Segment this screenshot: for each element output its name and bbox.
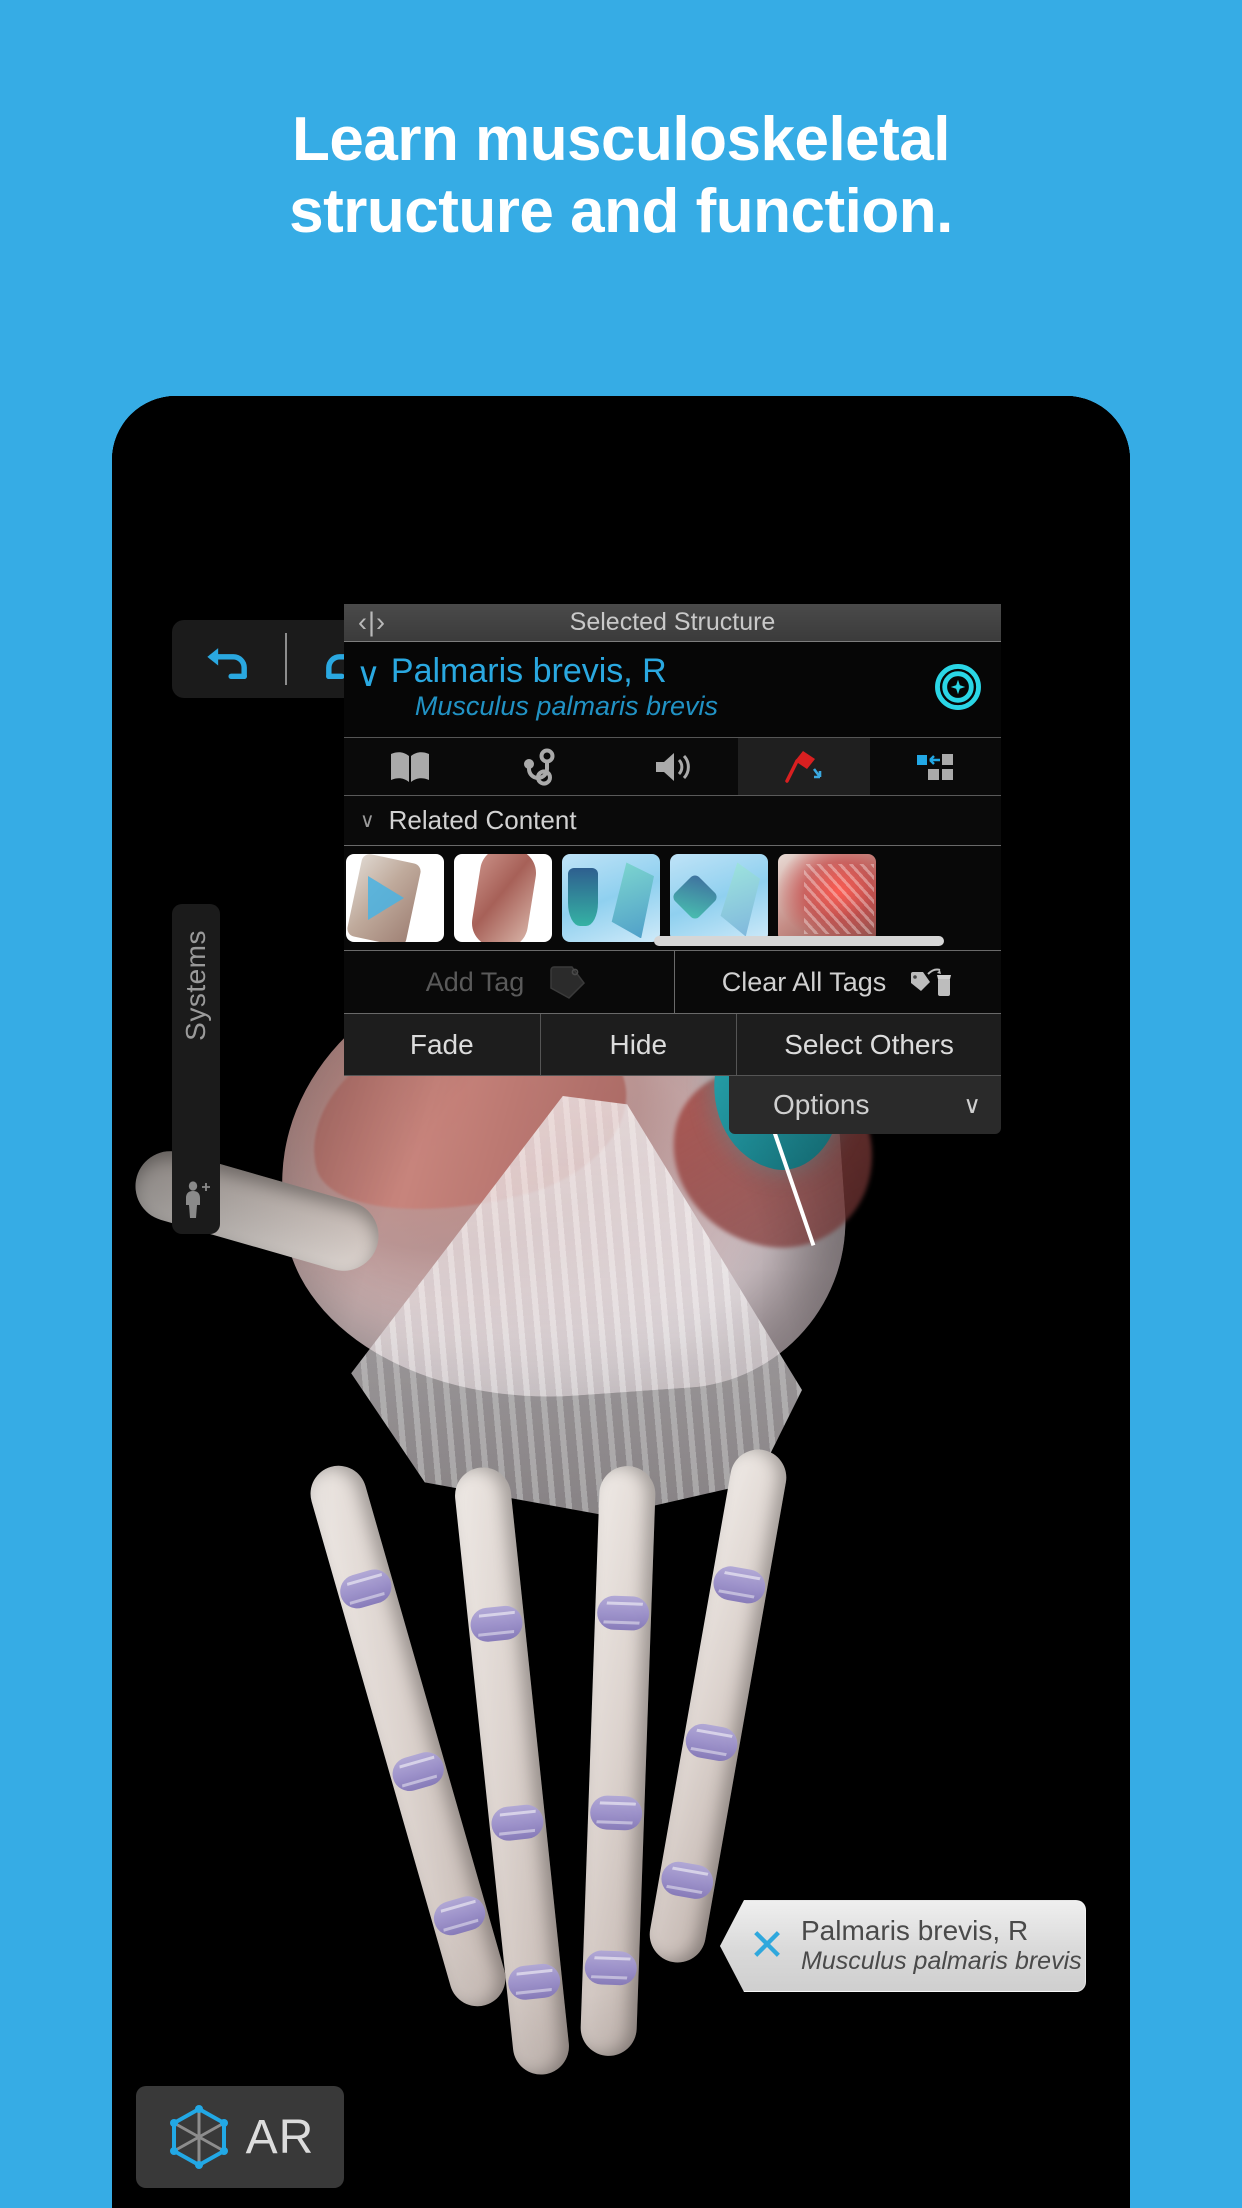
related-content-label: Related Content (388, 805, 577, 836)
ar-button-label: AR (245, 2110, 315, 2164)
headline-line-2: structure and function. (289, 176, 953, 246)
undo-arrow-icon (206, 648, 247, 680)
toolbar-button-pin-tag[interactable] (738, 738, 870, 796)
pin-tag-icon (785, 750, 822, 783)
options-dropdown[interactable]: Options ∨ (729, 1076, 1001, 1135)
structure-title-row[interactable]: ∨ Palmaris brevis, R Musculus palmaris b… (344, 642, 1001, 739)
thumbnail-wrist-nerves-red[interactable] (778, 854, 876, 943)
promo-headline: Learn musculoskeletal structure and func… (0, 104, 1242, 248)
nav-next-icon[interactable]: › (376, 607, 386, 637)
stethoscope-icon (524, 748, 555, 786)
body-plus-icon (186, 1181, 210, 1218)
nav-separator: | (368, 607, 377, 637)
tag-icon (550, 966, 586, 1000)
fade-button[interactable]: Fade (344, 1014, 540, 1075)
options-chevron-icon[interactable]: ∨ (963, 1091, 981, 1120)
tag-trash-icon (911, 968, 952, 997)
related-content-thumbnails[interactable] (344, 846, 1001, 951)
selected-structure-panel: ‹|› Selected Structure ∨ Palmaris brevis… (344, 604, 1001, 1135)
thumbnail-wrist-joint-teal[interactable] (562, 854, 660, 943)
toolbar-button-audio[interactable] (607, 738, 738, 795)
undo-button[interactable] (172, 620, 285, 698)
speaker-icon (655, 752, 690, 781)
finger-little (645, 1445, 791, 1967)
tag-actions-row: Add Tag Clear All Tags (344, 950, 1001, 1015)
chevron-down-icon[interactable]: ∨ (356, 658, 381, 692)
toolbar-button-stethoscope[interactable] (475, 738, 606, 795)
toolbar-button-layout[interactable] (870, 738, 1001, 795)
app-screen: ✕ Palmaris brevis, R Musculus palmaris b… (112, 396, 1130, 2208)
panel-title: Selected Structure (569, 608, 776, 636)
toolbar-button-book[interactable] (344, 738, 475, 795)
book-icon (390, 752, 429, 782)
target-crosshair-icon[interactable] (929, 658, 987, 716)
ar-cube-icon (169, 2105, 228, 2169)
panel-header: ‹|› Selected Structure (344, 604, 1001, 642)
structure-latin-name: Musculus palmaris brevis (414, 690, 718, 721)
callout-name: Palmaris brevis, R (801, 1915, 1029, 1947)
nav-prev-icon[interactable]: ‹ (358, 607, 368, 637)
headline-line-1: Learn musculoskeletal (292, 105, 951, 174)
options-label: Options (773, 1089, 870, 1121)
structure-action-row: Fade Hide Select Others (344, 1014, 1001, 1077)
structure-name: Palmaris brevis, R (390, 652, 667, 690)
related-chevron-icon[interactable]: ∨ (360, 808, 375, 833)
callout-latin: Musculus palmaris brevis (801, 1947, 1082, 1976)
finger-ring (579, 1465, 657, 2057)
sidebar-tab-label: Systems (180, 930, 211, 1041)
add-tag-label: Add Tag (425, 966, 525, 997)
structure-toolbar (344, 738, 1001, 797)
thumbnail-forearm-muscles[interactable] (454, 854, 552, 943)
related-content-header[interactable]: ∨ Related Content (344, 796, 1001, 847)
sidebar-tab-systems[interactable]: Systems (172, 904, 220, 1234)
thumbnail-hand-joint-teal[interactable] (670, 854, 768, 943)
clear-all-tags-label: Clear All Tags (721, 966, 887, 997)
thumbnail-video-hand-bones[interactable] (346, 854, 444, 943)
hide-button[interactable]: Hide (539, 1014, 737, 1076)
structure-callout-label[interactable]: ✕ Palmaris brevis, R Musculus palmaris b… (720, 1900, 1086, 1992)
add-tag-button[interactable]: Add Tag (344, 951, 674, 1013)
clear-all-tags-button[interactable]: Clear All Tags (674, 951, 1001, 1014)
phone-frame: ✕ Palmaris brevis, R Musculus palmaris b… (112, 396, 1130, 2208)
select-others-button[interactable]: Select Others (736, 1014, 1001, 1076)
ar-button[interactable]: AR (136, 2086, 344, 2188)
thumbnail-scrollbar[interactable] (654, 936, 944, 947)
panel-nav-arrows[interactable]: ‹|› (358, 607, 386, 638)
layout-panel-icon (917, 753, 954, 780)
close-x-icon[interactable]: ✕ (721, 1924, 801, 1968)
